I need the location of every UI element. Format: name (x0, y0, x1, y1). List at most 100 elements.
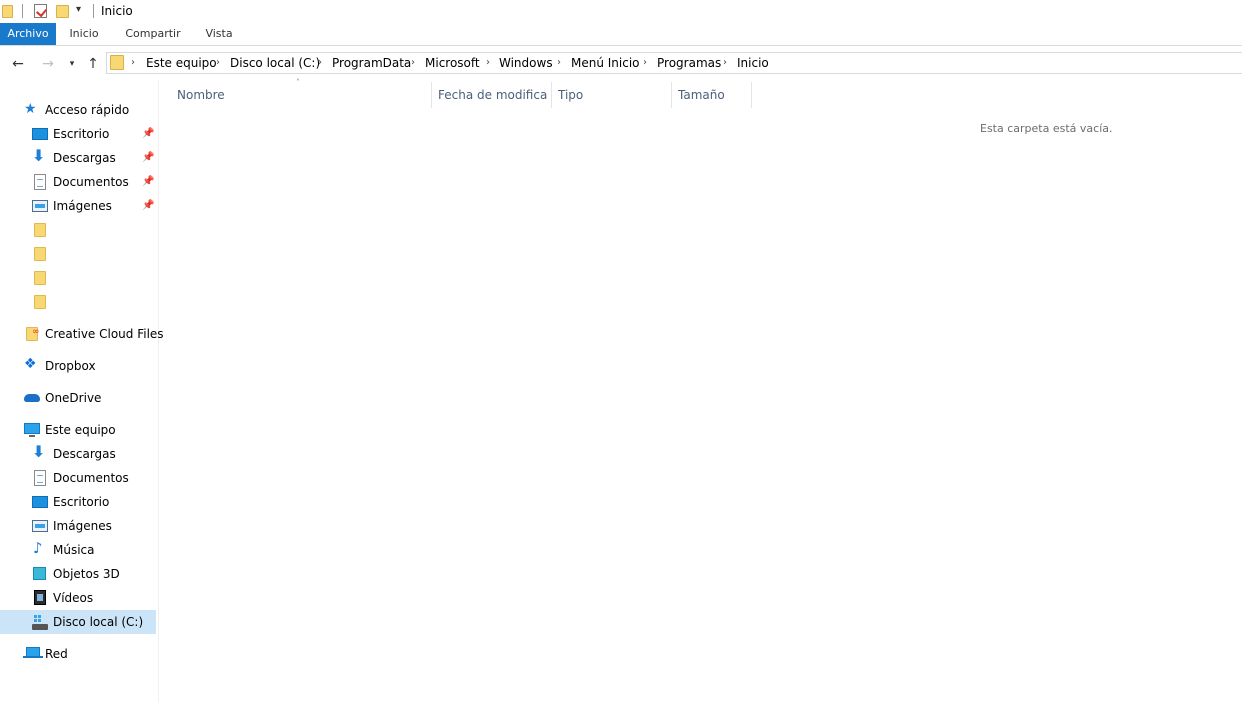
nav-label: Imágenes (53, 199, 112, 213)
breadcrumb-separator-icon[interactable]: › (131, 55, 135, 71)
breadcrumb-programas[interactable]: Programas (657, 55, 721, 71)
recent-locations-chevron-icon[interactable]: ▾ (63, 55, 81, 73)
documents-icon (34, 470, 46, 486)
nav-label: Este equipo (45, 423, 116, 437)
nav-pc-disco-local[interactable]: Disco local (C:) (0, 610, 156, 634)
breadcrumb-separator-icon[interactable]: › (723, 55, 727, 71)
desktop-icon (32, 128, 48, 140)
column-tipo[interactable]: Tipo (558, 86, 583, 104)
nav-onedrive[interactable]: OneDrive (0, 388, 156, 408)
nav-creative-cloud[interactable]: ∞ Creative Cloud Files (0, 324, 164, 344)
quick-access-folder-icon[interactable] (34, 223, 46, 237)
navigation-pane-divider[interactable] (158, 80, 159, 702)
tab-compartir[interactable]: Compartir (118, 23, 188, 45)
column-divider[interactable] (551, 82, 552, 108)
nav-dropbox[interactable]: ❖ Dropbox (0, 356, 156, 376)
tab-archivo[interactable]: Archivo (0, 23, 56, 45)
nav-pc-musica[interactable]: ♪ Música (0, 540, 156, 560)
pictures-icon (32, 520, 48, 532)
nav-label: Escritorio (53, 127, 110, 141)
customize-toolbar-chevron-icon[interactable]: ▾ (76, 4, 81, 15)
column-fecha[interactable]: Fecha de modifica... (438, 86, 548, 104)
breadcrumb-programdata[interactable]: ProgramData (332, 55, 411, 71)
download-arrow-icon: ⬇ (32, 146, 46, 165)
3d-objects-icon (33, 567, 46, 580)
back-arrow-icon[interactable]: ← (9, 55, 27, 73)
nav-label: Disco local (C:) (53, 615, 144, 629)
nav-pc-objetos3d[interactable]: Objetos 3D (0, 564, 156, 584)
documents-icon (34, 174, 46, 190)
pictures-icon (32, 200, 48, 212)
nav-label: Acceso rápido (45, 103, 130, 117)
tab-vista[interactable]: Vista (196, 23, 242, 45)
creative-cloud-badge-icon: ∞ (32, 327, 40, 337)
column-divider[interactable] (751, 82, 752, 108)
quick-access-folder-icon[interactable] (34, 295, 46, 309)
star-icon: ★ (24, 101, 37, 117)
nav-quick-documentos[interactable]: Documentos 📌 (0, 172, 156, 192)
nav-label: Escritorio (53, 495, 110, 509)
column-nombre[interactable]: Nombre (177, 86, 225, 104)
videos-film-icon (34, 590, 46, 605)
breadcrumb-menu-inicio[interactable]: Menú Inicio (571, 55, 640, 71)
pin-icon[interactable]: 📌 (142, 172, 154, 192)
breadcrumb-inicio[interactable]: Inicio (737, 55, 769, 71)
ribbon-divider (0, 45, 1242, 46)
breadcrumb-separator-icon[interactable]: › (643, 55, 647, 71)
quick-access-folder-icon[interactable] (34, 247, 46, 261)
column-divider[interactable] (431, 82, 432, 108)
breadcrumb-disco-local[interactable]: Disco local (C:) (230, 55, 320, 71)
desktop-icon (32, 496, 48, 508)
quick-access-folder-icon[interactable] (34, 271, 46, 285)
nav-pc-escritorio[interactable]: Escritorio (0, 492, 156, 512)
breadcrumb-separator-icon[interactable]: › (557, 55, 561, 71)
nav-label: Dropbox (45, 359, 96, 373)
nav-this-pc[interactable]: Este equipo (0, 420, 156, 440)
breadcrumb-separator-icon[interactable]: › (216, 55, 220, 71)
sort-ascending-icon: ˄ (296, 78, 300, 87)
nav-pc-documentos[interactable]: Documentos (0, 468, 156, 488)
toolbar-separator (22, 4, 23, 18)
nav-quick-imagenes[interactable]: Imágenes 📌 (0, 196, 156, 216)
download-arrow-icon: ⬇ (32, 442, 46, 461)
dropbox-icon: ❖ (24, 356, 37, 372)
address-folder-icon (110, 55, 124, 70)
onedrive-cloud-icon (24, 394, 40, 402)
nav-label: Documentos (53, 175, 129, 189)
column-tamano[interactable]: Tamaño (678, 86, 725, 104)
nav-label: Vídeos (53, 591, 94, 605)
nav-label: Descargas (53, 447, 116, 461)
breadcrumb-separator-icon[interactable]: › (318, 55, 322, 71)
pin-icon[interactable]: 📌 (142, 124, 154, 144)
music-note-icon: ♪ (33, 539, 43, 557)
column-divider[interactable] (671, 82, 672, 108)
breadcrumb-este-equipo[interactable]: Este equipo (146, 55, 217, 71)
forward-arrow-icon[interactable]: → (39, 55, 57, 73)
nav-quick-escritorio[interactable]: Escritorio 📌 (0, 124, 156, 144)
nav-quick-access[interactable]: ★ Acceso rápido (0, 100, 156, 120)
properties-icon[interactable] (34, 4, 47, 18)
nav-label: Descargas (53, 151, 116, 165)
nav-pc-imagenes[interactable]: Imágenes (0, 516, 156, 536)
window-title: Inicio (101, 4, 133, 18)
nav-label: Objetos 3D (53, 567, 120, 581)
new-folder-icon[interactable] (56, 5, 69, 18)
nav-label: Música (53, 543, 95, 557)
pin-icon[interactable]: 📌 (142, 196, 154, 216)
nav-network[interactable]: Red (0, 644, 156, 664)
breadcrumb-windows[interactable]: Windows (499, 55, 553, 71)
pin-icon[interactable]: 📌 (142, 148, 154, 168)
folder-icon (2, 5, 13, 18)
local-disk-icon (32, 615, 48, 630)
tab-inicio[interactable]: Inicio (56, 23, 112, 45)
up-arrow-icon[interactable]: ↑ (84, 55, 102, 73)
breadcrumb-microsoft[interactable]: Microsoft (425, 55, 480, 71)
breadcrumb-separator-icon[interactable]: › (411, 55, 415, 71)
nav-pc-videos[interactable]: Vídeos (0, 588, 156, 608)
nav-label: Red (45, 647, 68, 661)
empty-folder-message: Esta carpeta está vacía. (980, 122, 1113, 135)
nav-quick-descargas[interactable]: ⬇ Descargas 📌 (0, 148, 156, 168)
network-icon (23, 647, 43, 658)
nav-pc-descargas[interactable]: ⬇ Descargas (0, 444, 156, 464)
breadcrumb-separator-icon[interactable]: › (486, 55, 490, 71)
